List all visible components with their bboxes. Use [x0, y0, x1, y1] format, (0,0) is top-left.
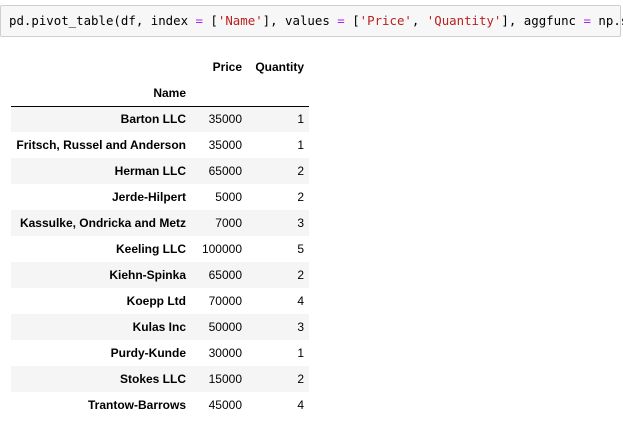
cell-quantity: 2	[297, 190, 304, 204]
row-index-name: Koepp Ltd	[126, 294, 186, 308]
table-row: Kassulke, Ondricka and Metz 7000 3	[11, 210, 309, 236]
code-text-token: ,	[411, 13, 427, 28]
row-index-name: Herman LLC	[114, 164, 186, 178]
cell-quantity: 4	[297, 398, 304, 412]
code-text-token: [	[202, 13, 218, 28]
table-row: Trantow-Barrows 45000 4	[11, 392, 309, 418]
row-index-name: Kassulke, Ondricka and Metz	[19, 216, 186, 230]
cell-price: 65000	[208, 268, 242, 282]
index-name-header: Name	[11, 80, 191, 107]
row-index-name: Kulas Inc	[132, 320, 186, 334]
cell-quantity: 3	[297, 216, 304, 230]
index-header-row: Name	[11, 80, 309, 107]
table-row: Purdy-Kunde 30000 1	[11, 340, 309, 366]
cell-quantity: 2	[297, 268, 304, 282]
column-header-price: Price	[212, 60, 242, 74]
table-row: Fritsch, Russel and Anderson 35000 1	[11, 132, 309, 158]
cell-quantity: 1	[297, 138, 304, 152]
cell-price: 30000	[208, 346, 242, 360]
table-body: Barton LLC 35000 1 Fritsch, Russel and Ande…	[11, 106, 309, 418]
row-index-name: Kiehn-Spinka	[109, 268, 186, 282]
code-string-token: 'Name'	[217, 13, 263, 28]
cell-quantity: 2	[297, 372, 304, 386]
cell-price: 5000	[215, 190, 242, 204]
code-text-token: ], aggfunc	[501, 13, 584, 28]
cell-price: 7000	[215, 216, 242, 230]
cell-price: 65000	[208, 164, 242, 178]
output-area: Price Quantity Name Barton LLC 35000 1 Frit…	[11, 54, 309, 418]
cell-quantity: 1	[297, 346, 304, 360]
cell-price: 70000	[208, 294, 242, 308]
header-blank	[11, 54, 191, 80]
row-index-name: Barton LLC	[120, 112, 186, 127]
table-row: Kiehn-Spinka 65000 2	[11, 262, 309, 288]
code-string-token: 'Quantity'	[426, 13, 502, 28]
code-operator-token: =	[337, 13, 345, 28]
row-index-name: Purdy-Kunde	[110, 346, 186, 360]
code-text-token: [	[344, 13, 360, 28]
code-string-token: 'Price'	[359, 13, 412, 28]
table-row: Stokes LLC 15000 2	[11, 366, 309, 392]
row-index-name: Stokes LLC	[119, 372, 186, 386]
header-blank	[191, 80, 247, 107]
row-index-name: Keeling LLC	[115, 242, 186, 256]
table-row: Keeling LLC 100000 5	[11, 236, 309, 262]
code-operator-token: =	[195, 13, 203, 28]
cell-price: 100000	[201, 242, 242, 256]
cell-quantity: 5	[297, 242, 304, 256]
code-text-token: ], values	[262, 13, 338, 28]
cell-quantity: 3	[297, 320, 304, 334]
cell-quantity: 4	[297, 294, 304, 308]
cell-price: 35000	[208, 138, 242, 152]
row-index-name: Trantow-Barrows	[87, 398, 186, 412]
dataframe-table: Price Quantity Name Barton LLC 35000 1 Frit…	[11, 54, 309, 418]
cell-price: 50000	[208, 320, 242, 334]
code-text-token: np.sum)	[598, 13, 623, 28]
header-blank	[247, 80, 309, 107]
code-line: pd.pivot_table(df, index = ['Name'], val…	[9, 13, 623, 29]
table-row: Herman LLC 65000 2	[11, 158, 309, 184]
code-cell-input[interactable]: pd.pivot_table(df, index = ['Name'], val…	[0, 5, 623, 37]
code-text-token: pd.pivot_table(df, index	[9, 13, 196, 28]
cell-price: 35000	[208, 112, 242, 127]
cell-quantity: 1	[297, 112, 304, 127]
table-row: Kulas Inc 50000 3	[11, 314, 309, 340]
row-index-name: Jerde-Hilpert	[111, 190, 186, 204]
column-header-quantity: Quantity	[255, 60, 304, 74]
column-header-row: Price Quantity	[11, 54, 309, 80]
cell-quantity: 2	[297, 164, 304, 178]
cell-price: 15000	[208, 372, 242, 386]
cell-price: 45000	[208, 398, 242, 412]
table-row: Jerde-Hilpert 5000 2	[11, 184, 309, 210]
table-row: Koepp Ltd 70000 4	[11, 288, 309, 314]
row-index-name: Fritsch, Russel and Anderson	[16, 138, 186, 152]
code-operator-token: =	[583, 13, 591, 28]
table-row: Barton LLC 35000 1	[11, 106, 309, 132]
